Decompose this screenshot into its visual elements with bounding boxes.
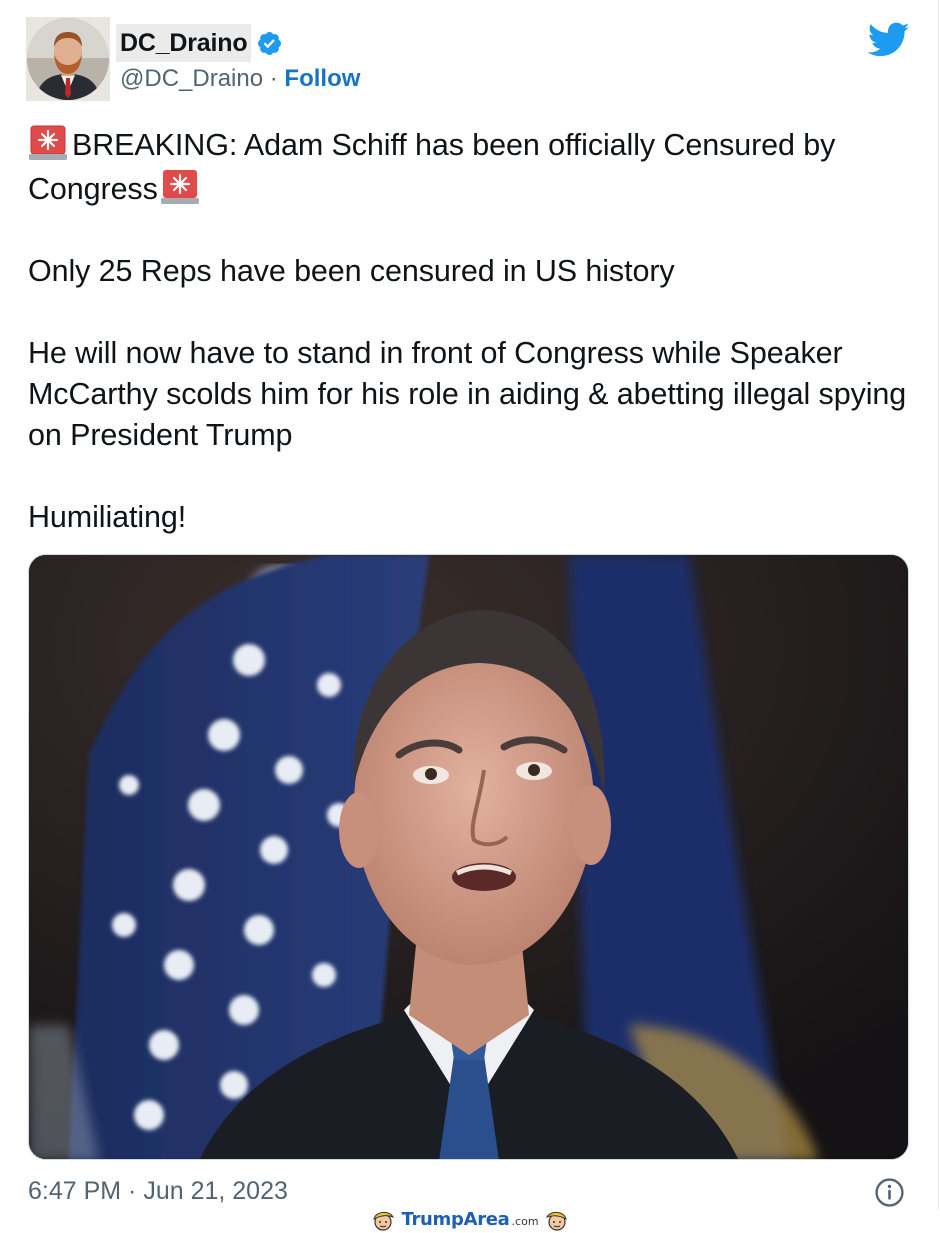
avatar[interactable]	[27, 18, 109, 100]
twitter-bird-icon[interactable]	[868, 22, 910, 58]
tweet-paragraph-1: BREAKING: Adam Schiff has been officiall…	[28, 122, 918, 210]
tweet-card: DC_Draino @DC_Draino · Follow BREAKING: …	[0, 0, 939, 1210]
rotating-light-emoji	[29, 125, 67, 160]
display-name[interactable]: DC_Draino	[120, 29, 248, 58]
tweet-timestamp[interactable]: 6:47 PM · Jun 21, 2023	[28, 1177, 288, 1206]
display-name-container[interactable]: DC_Draino	[116, 24, 252, 62]
tweet-text: BREAKING: Adam Schiff has been officiall…	[28, 122, 918, 538]
follow-button[interactable]: Follow	[284, 65, 360, 92]
tweet-line-1: BREAKING: Adam Schiff has been officiall…	[28, 128, 836, 206]
watermark: TrumpArea .com	[0, 1206, 940, 1233]
tweet-paragraph-4: Humiliating!	[28, 500, 187, 534]
tweet-paragraph-2: Only 25 Reps have been censured in US hi…	[28, 254, 675, 288]
tweet-paragraph-3: He will now have to stand in front of Co…	[28, 336, 907, 452]
trump-caricature-icon	[545, 1211, 567, 1231]
handle-line: @DC_Draino · Follow	[120, 65, 360, 93]
rotating-light-emoji	[160, 170, 199, 204]
watermark-suffix: .com	[511, 1215, 539, 1228]
trump-caricature-icon	[373, 1211, 395, 1231]
verified-badge-icon	[257, 31, 282, 56]
tweet-media-photo[interactable]	[28, 554, 909, 1160]
info-icon[interactable]	[874, 1177, 905, 1208]
watermark-text: TrumpArea	[401, 1209, 510, 1230]
handle[interactable]: @DC_Draino	[120, 65, 263, 92]
handle-separator: ·	[263, 65, 285, 92]
